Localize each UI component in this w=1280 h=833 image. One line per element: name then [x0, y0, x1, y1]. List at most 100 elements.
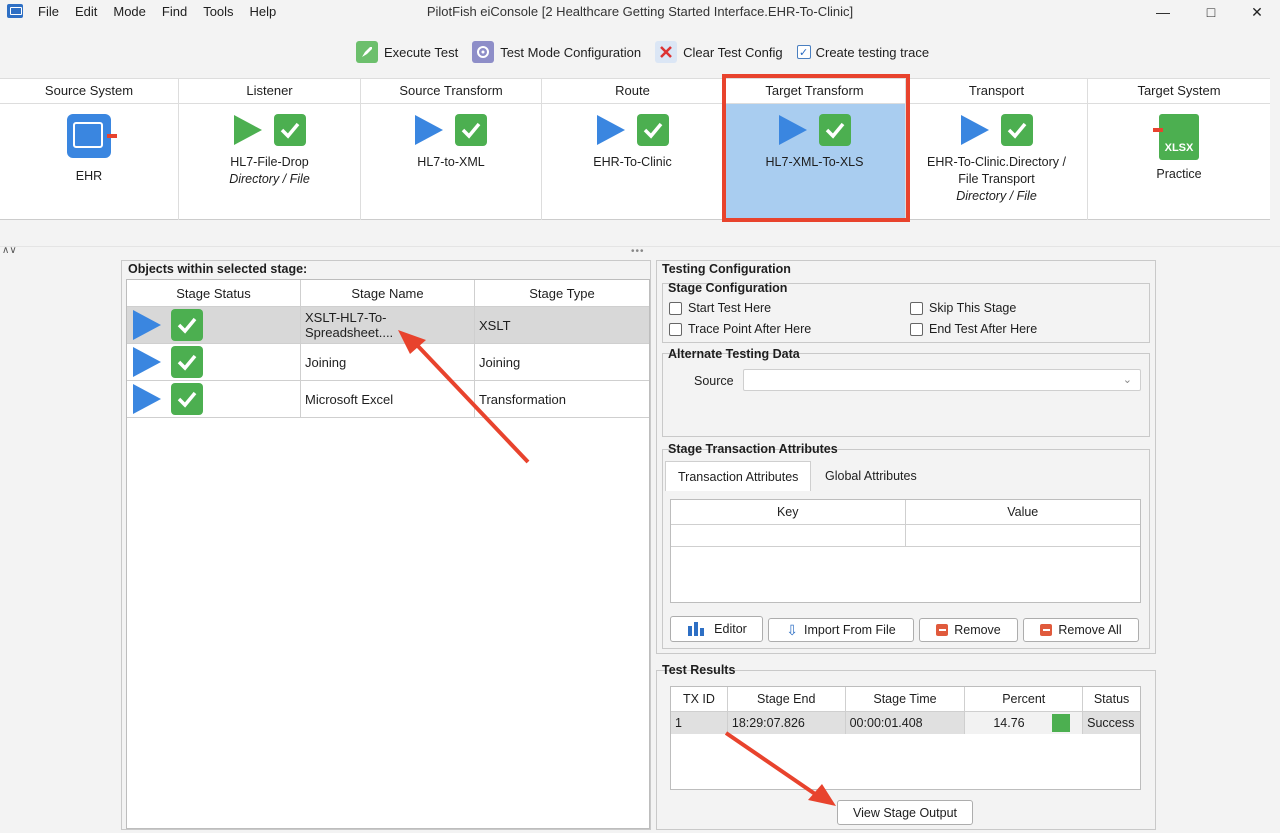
stage-type-cell: XSLT [479, 317, 511, 333]
stage-type-cell: Joining [479, 354, 521, 370]
tab-transaction-attributes[interactable]: Transaction Attributes [665, 461, 812, 491]
clear-icon [655, 41, 678, 63]
skip-stage-checkbox[interactable]: Skip This Stage [910, 301, 1016, 315]
execute-test-label: Execute Test [384, 44, 459, 60]
table-row[interactable]: Joining Joining [127, 344, 649, 381]
menu-file[interactable]: File [38, 4, 59, 19]
stage-listener[interactable]: Listener HL7-File-Drop Directory / File [179, 79, 361, 220]
stage-source-transform[interactable]: Source Transform HL7-to-XML [361, 79, 542, 220]
menu-tools[interactable]: Tools [203, 4, 233, 19]
status-cell: Success [1087, 716, 1135, 730]
objects-panel: Objects within selected stage: Stage Sta… [121, 260, 651, 830]
column-value[interactable]: Value [906, 500, 1141, 524]
testing-config-title: Testing Configuration [662, 262, 791, 276]
stage-config-title: Stage Configuration [668, 281, 788, 295]
stage-target-system[interactable]: Target System XLSX Practice [1088, 79, 1270, 220]
clear-test-config-label: Clear Test Config [683, 44, 783, 60]
stage-header: Transport [906, 79, 1087, 104]
column-tx-id[interactable]: TX ID [671, 687, 728, 711]
view-stage-output-button[interactable]: View Stage Output [837, 800, 973, 825]
chevron-down-icon: ⌄ [1122, 374, 1132, 386]
check-icon [171, 309, 203, 341]
play-icon [778, 115, 807, 145]
menu-mode[interactable]: Mode [113, 4, 146, 19]
stage-header: Target Transform [724, 79, 905, 104]
stage-transport[interactable]: Transport EHR-To-Clinic.Directory / File… [906, 79, 1088, 220]
stage-header: Source Transform [361, 79, 541, 104]
stage-name: Practice [1156, 167, 1202, 181]
stage-name-cell: XSLT-HL7-To-Spreadsheet.... [301, 307, 475, 343]
end-test-checkbox[interactable]: End Test After Here [910, 322, 1037, 336]
column-key[interactable]: Key [671, 500, 906, 524]
source-dropdown[interactable]: ⌄ [743, 369, 1141, 391]
column-stage-end[interactable]: Stage End [728, 687, 846, 711]
remove-label: Remove [954, 623, 1001, 637]
end-test-label: End Test After Here [929, 322, 1038, 336]
column-status[interactable]: Status [1083, 687, 1140, 711]
test-results-title: Test Results [662, 663, 736, 677]
clear-test-config-button[interactable]: Clear Test Config [655, 41, 783, 63]
play-icon [133, 347, 161, 377]
menu-help[interactable]: Help [250, 4, 277, 19]
title-bar: File Edit Mode Find Tools Help PilotFish… [0, 0, 1280, 24]
stage-name: HL7-File-Drop [230, 155, 309, 169]
xlsx-file-icon: XLSX [1153, 114, 1199, 160]
column-stage-time[interactable]: Stage Time [846, 687, 966, 711]
stage-end-cell: 18:29:07.826 [728, 712, 846, 734]
stage-source-system[interactable]: Source System EHR [0, 79, 179, 220]
check-icon [818, 114, 851, 146]
column-percent[interactable]: Percent [965, 687, 1084, 711]
table-row[interactable]: 1 18:29:07.826 00:00:01.408 14.76 Succes… [671, 712, 1140, 734]
objects-table: Stage Status Stage Name Stage Type XSLT-… [126, 279, 650, 829]
trace-point-label: Trace Point After Here [688, 322, 812, 336]
stage-subtype: Directory / File [229, 172, 310, 186]
stage-header: Source System [0, 79, 178, 104]
splitter-grip-icon[interactable]: ••• [631, 246, 645, 257]
stage-target-transform[interactable]: Target Transform HL7-XML-To-XLS [724, 79, 906, 220]
play-icon [233, 115, 262, 145]
stage-header: Route [542, 79, 723, 104]
column-stage-status[interactable]: Stage Status [127, 280, 301, 306]
create-trace-checkbox[interactable]: ✓ Create testing trace [796, 45, 929, 60]
collapse-arrows-icon[interactable]: ∧∨ [2, 245, 17, 256]
stage-subtype: Directory / File [956, 189, 1037, 203]
execute-test-button[interactable]: Execute Test [356, 41, 458, 63]
table-row[interactable] [671, 525, 1140, 547]
editor-label: Editor [714, 622, 747, 636]
start-test-here-label: Start Test Here [688, 301, 772, 315]
stage-header: Target System [1088, 79, 1270, 104]
alt-testing-data-title: Alternate Testing Data [668, 347, 800, 361]
menu-edit[interactable]: Edit [75, 4, 97, 19]
check-icon [1000, 114, 1033, 146]
source-label: Source [694, 374, 734, 388]
play-icon [133, 310, 161, 340]
import-label: Import From File [804, 623, 896, 637]
stage-header: Listener [179, 79, 360, 104]
import-icon: ⇩ [786, 621, 799, 638]
remove-button[interactable]: Remove [919, 618, 1018, 642]
menu-bar: File Edit Mode Find Tools Help [38, 4, 292, 19]
test-results-table: TX ID Stage End Stage Time Percent Statu… [670, 686, 1141, 790]
tab-global-attributes[interactable]: Global Attributes [813, 461, 929, 491]
alt-testing-data-group [662, 353, 1150, 437]
column-stage-type[interactable]: Stage Type [475, 280, 649, 306]
test-mode-config-label: Test Mode Configuration [500, 44, 642, 60]
check-icon [273, 114, 306, 146]
objects-panel-title: Objects within selected stage: [128, 262, 308, 276]
editor-button[interactable]: Editor [670, 616, 763, 642]
menu-find[interactable]: Find [162, 4, 187, 19]
import-from-file-button[interactable]: ⇩ Import From File [768, 618, 914, 642]
close-icon[interactable]: ✕ [1234, 2, 1280, 22]
test-mode-config-button[interactable]: Test Mode Configuration [472, 41, 641, 63]
check-icon [455, 114, 487, 146]
stage-route[interactable]: Route EHR-To-Clinic [542, 79, 724, 220]
table-row[interactable]: Microsoft Excel Transformation [127, 381, 649, 418]
attributes-table: Key Value [670, 499, 1141, 603]
column-stage-name[interactable]: Stage Name [301, 280, 475, 306]
start-test-here-checkbox[interactable]: Start Test Here [669, 301, 771, 315]
maximize-icon[interactable]: □ [1188, 2, 1234, 22]
table-row[interactable]: XSLT-HL7-To-Spreadsheet.... XSLT [127, 307, 649, 344]
remove-all-button[interactable]: Remove All [1023, 618, 1139, 642]
trace-point-checkbox[interactable]: Trace Point After Here [669, 322, 811, 336]
minimize-icon[interactable]: — [1140, 2, 1186, 22]
